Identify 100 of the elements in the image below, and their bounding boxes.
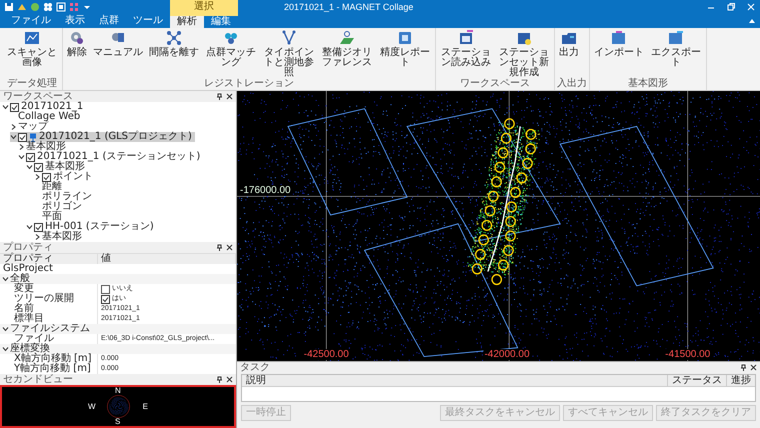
property-category[interactable]: 座標変換	[0, 344, 236, 354]
ribbon-button[interactable]: 精度レポート	[377, 28, 433, 79]
ribbon-tab[interactable]: ツール	[126, 14, 170, 28]
ribbon-button[interactable]: 出力	[557, 28, 581, 79]
column-header: ステータス	[667, 375, 726, 386]
ribbon-button[interactable]: スキャンと画像	[4, 28, 60, 79]
station-marker	[505, 216, 516, 227]
station-marker	[491, 274, 502, 286]
save-icon[interactable]	[4, 2, 14, 12]
tree-item[interactable]: ポリゴン	[34, 202, 85, 212]
axis-label: -41500.00	[664, 349, 712, 360]
object-name: GlsProject	[2, 264, 54, 274]
station-marker	[478, 234, 489, 246]
station-marker	[472, 263, 482, 274]
grid-icon[interactable]	[43, 2, 53, 12]
checkbox[interactable]	[101, 294, 110, 304]
checkbox[interactable]	[34, 162, 43, 172]
checkbox[interactable]	[34, 222, 43, 232]
checkbox[interactable]	[18, 132, 27, 142]
checkbox[interactable]	[42, 172, 51, 182]
frame-icon[interactable]	[56, 2, 66, 12]
group-label: 入出力	[557, 79, 587, 90]
property-category[interactable]: ファイルシステム	[0, 324, 236, 334]
tree-item[interactable]: 距離	[34, 182, 65, 192]
tree-item[interactable]: 20171021_1	[2, 102, 86, 112]
close-icon[interactable]	[750, 364, 757, 371]
station-marker	[505, 230, 516, 242]
ribbon-button[interactable]: 間隔を離す	[147, 28, 201, 79]
window-title: 20171021_1 - MAGNET Collage	[284, 2, 414, 12]
ribbon-tab[interactable]: 編集	[204, 16, 238, 28]
checkbox[interactable]	[26, 152, 35, 162]
station-marker	[506, 201, 517, 212]
station-marker	[475, 248, 486, 260]
tree-item[interactable]: 平面	[34, 212, 65, 222]
context-tab-label: 選択	[170, 0, 238, 14]
ribbon-button[interactable]: 整備ジオリファレンス	[319, 28, 375, 79]
compass-letter: S	[115, 418, 120, 426]
ribbon-button[interactable]: エクスポート	[648, 28, 704, 79]
property-name: 名前	[0, 304, 98, 314]
station-marker	[488, 190, 499, 202]
ribbon-button[interactable]: 点群マッチング	[203, 28, 259, 79]
close-icon[interactable]	[226, 376, 233, 383]
tree-item[interactable]: 基本図形	[34, 232, 85, 242]
station-marker	[494, 162, 506, 173]
ribbon-button[interactable]: 解除	[65, 28, 89, 79]
column-header: 説明	[245, 375, 267, 386]
collapse-ribbon-icon[interactable]	[748, 17, 756, 25]
ribbon-button[interactable]: マニュアル	[91, 28, 145, 79]
station-marker	[498, 147, 508, 158]
tree-item[interactable]: 20171021_1 (GLSプロジェクト)	[10, 132, 195, 142]
compass-letter: N	[115, 387, 121, 395]
panel-title: プロパティ	[3, 242, 54, 252]
property-name: ツリーの展開	[0, 294, 98, 304]
pin-icon[interactable]	[740, 364, 747, 371]
compass-letter: W	[88, 402, 96, 410]
tree-item[interactable]: Collage Web	[10, 112, 84, 122]
ribbon-button[interactable]: ステーション読み込み	[438, 28, 494, 79]
station-marker	[526, 128, 536, 140]
tree-item[interactable]: ポイント	[34, 172, 96, 182]
scanner-icon	[29, 132, 37, 142]
ribbon-tab[interactable]: ファイル	[4, 14, 58, 28]
group-label: 基本図形	[627, 79, 669, 90]
pin-icon[interactable]	[216, 244, 223, 251]
ribbon-tab[interactable]: 点群	[92, 14, 126, 28]
ribbon-tab[interactable]: 表示	[58, 14, 92, 28]
ribbon-tab[interactable]: 解析	[170, 16, 204, 28]
station-marker	[491, 176, 502, 188]
station-marker	[510, 186, 521, 198]
property-name: X軸方向移動 [m]	[0, 354, 98, 364]
station-marker	[503, 245, 514, 256]
station-marker	[522, 158, 533, 169]
checkbox[interactable]	[101, 284, 110, 294]
compass-drawing	[106, 395, 130, 418]
compass-letter: E	[142, 402, 148, 410]
close-icon[interactable]	[226, 244, 233, 251]
station-marker	[504, 118, 515, 130]
column-header: プロパティ	[0, 254, 98, 264]
tree-item[interactable]: 20171021_1 (ステーションセット)	[18, 152, 204, 162]
column-header: 進捗	[726, 375, 755, 386]
tree-item[interactable]: ポリライン	[34, 192, 95, 202]
axis-label: -42500.00	[302, 349, 350, 360]
axis-label: -176000.00	[239, 185, 292, 196]
tiles-icon[interactable]	[69, 2, 79, 12]
close-icon[interactable]	[226, 93, 233, 100]
tree-item[interactable]: マップ	[10, 122, 51, 132]
station-marker	[500, 132, 512, 144]
pin-icon[interactable]	[216, 93, 223, 100]
pin-icon[interactable]	[216, 376, 223, 383]
panel-title: ワークスペース	[3, 92, 74, 102]
ribbon-button[interactable]: タイポイントと測地参照	[261, 28, 317, 79]
restore-icon[interactable]	[726, 2, 736, 12]
checkbox[interactable]	[10, 102, 19, 112]
tree-item[interactable]: 基本図形	[18, 142, 69, 152]
station-marker	[482, 220, 492, 231]
ribbon-button[interactable]: インポート	[592, 28, 646, 79]
ribbon-button[interactable]: ステーションセット新規作成	[496, 28, 552, 79]
station-marker	[525, 143, 536, 154]
tree-item[interactable]: 基本図形	[26, 162, 88, 172]
tree-item[interactable]: HH-001 (ステーション)	[26, 222, 157, 232]
property-category[interactable]: 全般	[0, 274, 236, 284]
